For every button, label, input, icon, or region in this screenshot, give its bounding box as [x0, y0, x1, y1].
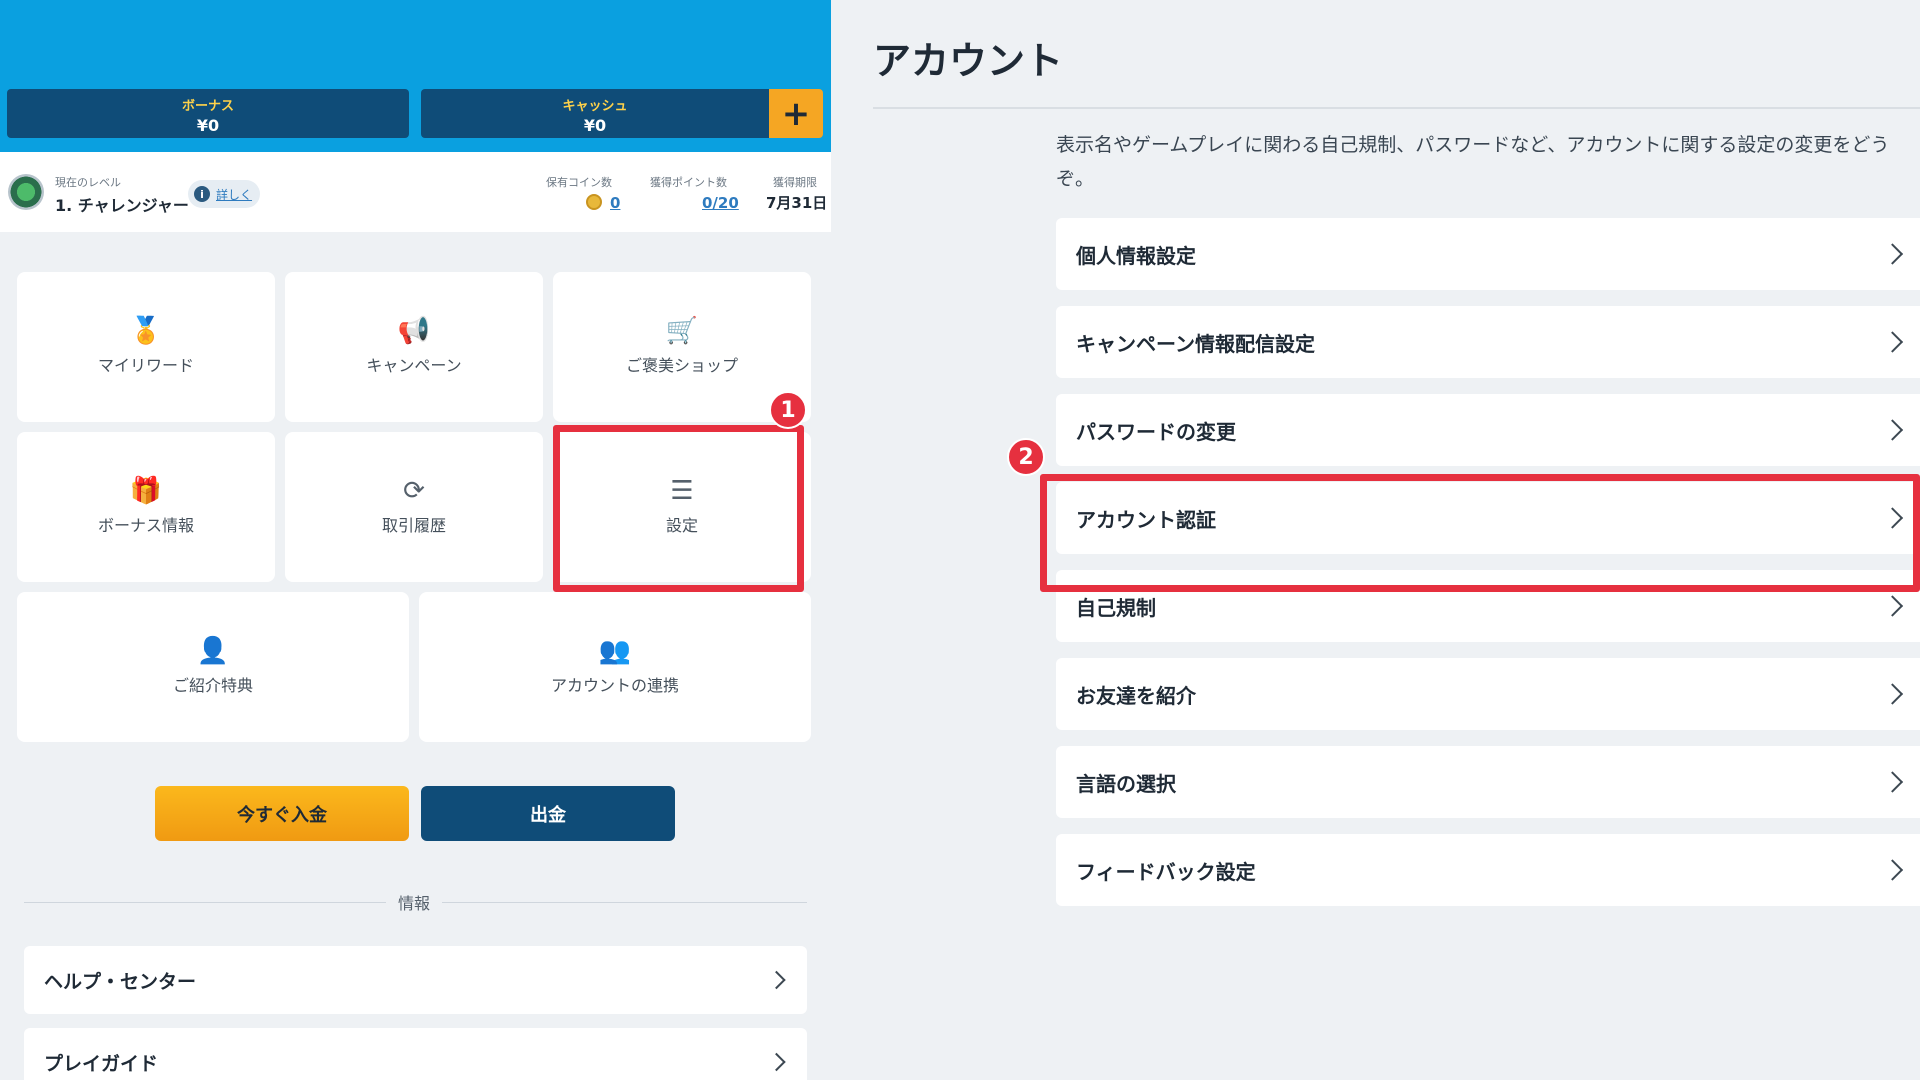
bonus-value: ¥0 [196, 116, 220, 135]
help-center-row[interactable]: ヘルプ・センター [24, 946, 807, 1014]
title-divider [873, 107, 1920, 109]
user-add-icon: 👤 [196, 636, 230, 666]
info-icon: i [194, 186, 210, 202]
points-label: 獲得ポイント数 [650, 176, 727, 189]
refresh-icon: ⟳ [403, 476, 425, 506]
menu-self-exclusion[interactable]: 自己規制 [1056, 570, 1920, 642]
tile-bonus-info[interactable]: 🎁 ボーナス情報 [17, 432, 275, 582]
menu-label: キャンペーン情報配信設定 [1076, 331, 1315, 356]
menu-campaign-notifications[interactable]: キャンペーン情報配信設定 [1056, 306, 1920, 378]
chevron-right-icon [1881, 419, 1904, 441]
tile-transaction-history[interactable]: ⟳ 取引履歴 [285, 432, 543, 582]
tile-settings[interactable]: ☰ 設定 [553, 432, 811, 582]
users-link-icon: 👥 [598, 636, 632, 666]
account-description: 表示名やゲームプレイに関わる自己規制、パスワードなど、アカウントに関する設定の変… [1056, 134, 1890, 190]
chevron-right-icon [1881, 595, 1904, 617]
left-panel: ボーナス ¥0 キャッシュ ¥0 + 現在のレベル 1. チャレンジャー i 詳… [0, 0, 831, 1080]
deadline-label: 獲得期限 [773, 176, 817, 189]
tile-label: ご褒美ショップ [625, 356, 738, 375]
tile-label: 設定 [665, 516, 698, 535]
menu-feedback-settings[interactable]: フィードバック設定 [1056, 834, 1920, 906]
row-label: プレイガイド [44, 1052, 159, 1075]
info-section-label: 情報 [386, 890, 442, 914]
chevron-right-icon [767, 1052, 786, 1072]
account-panel: アカウント 表示名やゲームプレイに関わる自己規制、パスワードなど、アカウントに関… [831, 0, 1920, 1080]
chevron-right-icon [1881, 771, 1904, 793]
level-detail-link[interactable]: 詳しく [216, 186, 252, 203]
bonus-label: ボーナス [181, 99, 234, 114]
level-detail-button[interactable]: i 詳しく [188, 180, 260, 208]
level-title: 1. チャレンジャー [55, 196, 189, 215]
level-bar: 現在のレベル 1. チャレンジャー i 詳しく 保有コイン数 0 獲得ポイント数… [0, 152, 831, 232]
points-value[interactable]: 0/20 [702, 194, 739, 212]
chevron-right-icon [767, 970, 786, 990]
menu-personal-info[interactable]: 個人情報設定 [1056, 218, 1920, 290]
coins-value[interactable]: 0 [610, 194, 620, 212]
menu-label: 自己規制 [1076, 595, 1156, 620]
withdraw-button[interactable]: 出金 [421, 786, 675, 841]
medal-icon: 🏅 [129, 316, 163, 346]
row-label: ヘルプ・センター [44, 970, 197, 993]
cash-value: ¥0 [583, 116, 607, 135]
megaphone-icon: 📢 [397, 316, 431, 346]
deadline-value: 7月31日 [766, 194, 828, 212]
chevron-right-icon [1881, 331, 1904, 353]
tile-label: アカウントの連携 [550, 676, 679, 695]
tile-label: ご紹介特典 [172, 676, 253, 695]
tile-my-rewards[interactable]: 🏅 マイリワード [17, 272, 275, 422]
menu-label: お友達を紹介 [1076, 683, 1196, 708]
menu-change-password[interactable]: パスワードの変更 [1056, 394, 1920, 466]
menu-refer-friend[interactable]: お友達を紹介 [1056, 658, 1920, 730]
gift-icon: 🎁 [129, 476, 163, 506]
deposit-button[interactable]: 今すぐ入金 [155, 786, 409, 841]
menu-label: パスワードの変更 [1076, 419, 1236, 444]
add-funds-button[interactable]: + [769, 89, 823, 138]
tile-label: マイリワード [97, 356, 194, 375]
sliders-icon: ☰ [670, 476, 694, 506]
menu-label: 個人情報設定 [1076, 243, 1196, 268]
menu-label: フィードバック設定 [1076, 859, 1256, 884]
step-1-badge: 1 [769, 391, 807, 429]
step-2-badge: 2 [1007, 438, 1045, 476]
menu-language[interactable]: 言語の選択 [1056, 746, 1920, 818]
level-badge-icon [8, 174, 44, 210]
tile-label: 取引履歴 [381, 516, 446, 535]
current-level-label: 現在のレベル [55, 176, 121, 189]
page-title: アカウント [873, 39, 1064, 83]
coin-icon [586, 194, 602, 210]
tile-label: ボーナス情報 [97, 516, 194, 535]
tile-label: キャンペーン [366, 356, 462, 375]
chevron-right-icon [1881, 859, 1904, 881]
chevron-right-icon [1881, 683, 1904, 705]
bonus-balance: ボーナス ¥0 [7, 89, 409, 138]
menu-label: 言語の選択 [1076, 771, 1176, 796]
cart-icon: 🛒 [665, 316, 699, 346]
play-guide-row[interactable]: プレイガイド [24, 1028, 807, 1080]
cash-label: キャッシュ [562, 99, 628, 114]
menu-account-verification[interactable]: アカウント認証 [1056, 482, 1920, 554]
cash-balance: キャッシュ ¥0 [421, 89, 769, 138]
tile-campaign[interactable]: 📢 キャンペーン [285, 272, 543, 422]
coins-label: 保有コイン数 [546, 176, 612, 189]
tile-referral-bonus[interactable]: 👤 ご紹介特典 [17, 592, 409, 742]
tile-account-linking[interactable]: 👥 アカウントの連携 [419, 592, 811, 742]
chevron-right-icon [1881, 507, 1904, 529]
menu-label: アカウント認証 [1076, 507, 1216, 532]
chevron-right-icon [1881, 243, 1904, 265]
